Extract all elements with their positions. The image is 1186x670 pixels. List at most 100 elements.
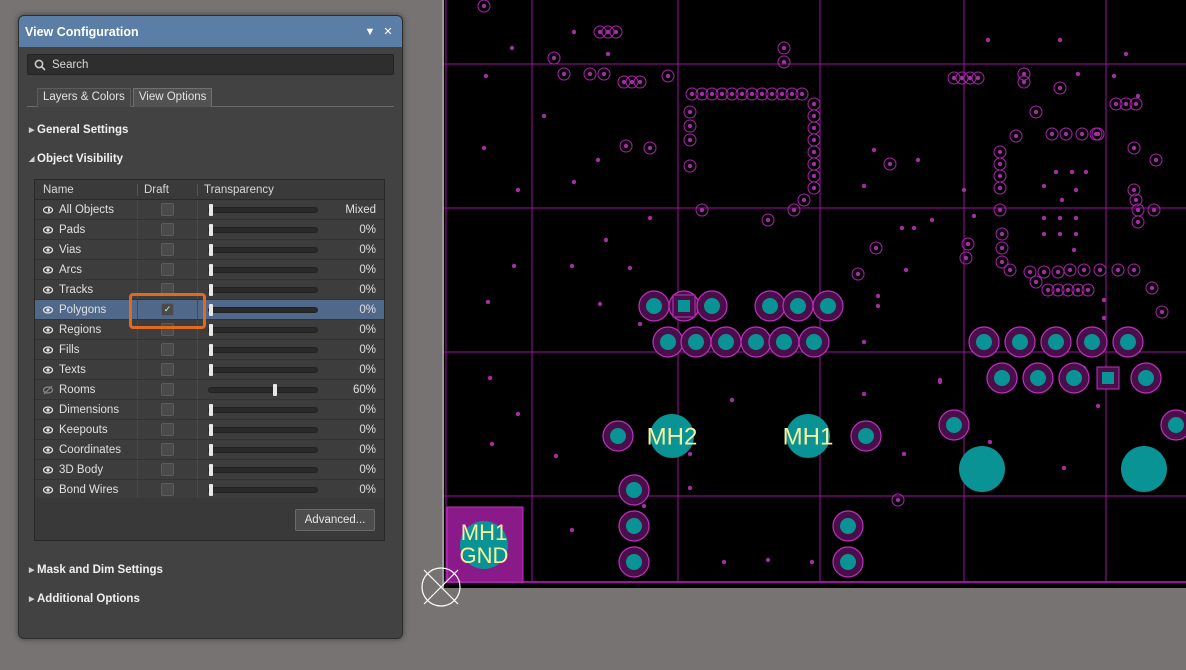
via-small[interactable] <box>637 321 643 327</box>
pad[interactable] <box>1168 417 1184 433</box>
transparency-slider[interactable] <box>208 223 318 236</box>
pad[interactable] <box>1084 334 1100 350</box>
eye-icon[interactable] <box>43 405 53 415</box>
transparency-slider[interactable] <box>208 283 318 296</box>
via-small[interactable] <box>603 237 609 243</box>
panel-close-icon[interactable]: ✕ <box>380 25 396 38</box>
via-small[interactable] <box>1057 37 1063 43</box>
draft-checkbox[interactable] <box>161 403 174 416</box>
via-small[interactable] <box>729 397 735 403</box>
via-small[interactable] <box>901 451 907 457</box>
draft-checkbox[interactable] <box>161 243 174 256</box>
via-small[interactable] <box>721 559 727 565</box>
via-small[interactable] <box>1041 231 1047 237</box>
pad[interactable] <box>976 334 992 350</box>
slider-thumb[interactable] <box>209 343 213 356</box>
section-mask-dim-settings[interactable]: ▶ Mask and Dim Settings <box>29 564 163 576</box>
section-object-visibility[interactable]: ◢ Object Visibility <box>29 153 123 165</box>
via-small[interactable] <box>871 147 877 153</box>
table-row[interactable]: All Objects Mixed <box>35 200 384 220</box>
draft-checkbox[interactable] <box>161 443 174 456</box>
via-small[interactable] <box>1041 183 1047 189</box>
transparency-slider[interactable] <box>208 323 318 336</box>
via-small[interactable] <box>1123 51 1129 57</box>
via-small[interactable] <box>627 265 633 271</box>
table-row[interactable]: Texts 0% <box>35 360 384 380</box>
via-small[interactable] <box>595 157 601 163</box>
via-small[interactable] <box>929 217 935 223</box>
pad[interactable] <box>1030 370 1046 386</box>
via-small[interactable] <box>809 559 815 565</box>
pad[interactable] <box>610 428 626 444</box>
pad[interactable] <box>626 482 642 498</box>
pad[interactable] <box>994 370 1010 386</box>
draft-checkbox[interactable] <box>161 323 174 336</box>
slider-thumb[interactable] <box>209 363 213 376</box>
slider-thumb[interactable] <box>209 263 213 276</box>
via-small[interactable] <box>1075 71 1081 77</box>
via-small[interactable] <box>515 187 521 193</box>
tab-layers-colors[interactable]: Layers & Colors <box>37 88 131 107</box>
via-small[interactable] <box>1071 247 1077 253</box>
via-small[interactable] <box>875 293 881 299</box>
search-input[interactable] <box>52 58 372 71</box>
draft-checkbox[interactable] <box>161 423 174 436</box>
pad[interactable] <box>626 518 642 534</box>
slider-thumb[interactable] <box>209 443 213 456</box>
via-small[interactable] <box>985 37 991 43</box>
slider-thumb[interactable] <box>209 283 213 296</box>
section-additional-options[interactable]: ▶ Additional Options <box>29 593 140 605</box>
eye-icon[interactable] <box>43 465 53 475</box>
pad[interactable] <box>718 334 734 350</box>
draft-checkbox[interactable] <box>161 203 174 216</box>
via-small[interactable] <box>861 183 867 189</box>
pad[interactable] <box>1066 370 1082 386</box>
eye-icon[interactable] <box>43 485 53 495</box>
via-small[interactable] <box>861 339 867 345</box>
table-row[interactable]: Pads 0% <box>35 220 384 240</box>
draft-checkbox[interactable] <box>161 223 174 236</box>
eye-icon[interactable] <box>43 425 53 435</box>
pad[interactable] <box>840 518 856 534</box>
tab-view-options[interactable]: View Options <box>132 88 213 107</box>
eye-icon[interactable] <box>43 325 53 335</box>
pcb-board[interactable]: MH1 GND MH2 MH1 <box>444 0 1186 588</box>
large-pad[interactable] <box>959 446 1005 492</box>
pad[interactable] <box>1102 372 1114 384</box>
via-small[interactable] <box>1041 215 1047 221</box>
draft-checkbox[interactable] <box>161 363 174 376</box>
via-small[interactable] <box>485 299 491 305</box>
transparency-slider[interactable] <box>208 363 318 376</box>
eye-icon[interactable] <box>43 345 53 355</box>
transparency-slider[interactable] <box>208 483 318 496</box>
table-row[interactable]: Keepouts 0% <box>35 420 384 440</box>
via-small[interactable] <box>1111 73 1117 79</box>
pad[interactable] <box>1048 334 1064 350</box>
column-header-draft[interactable]: Draft <box>138 183 198 196</box>
via-small[interactable] <box>569 263 575 269</box>
slider-thumb[interactable] <box>209 463 213 476</box>
via-small[interactable] <box>971 213 977 219</box>
transparency-slider[interactable] <box>208 403 318 416</box>
transparency-slider[interactable] <box>208 343 318 356</box>
table-row[interactable]: Dimensions 0% <box>35 400 384 420</box>
via-small[interactable] <box>861 391 867 397</box>
via-small[interactable] <box>597 301 603 307</box>
via-small[interactable] <box>1073 231 1079 237</box>
pad[interactable] <box>840 554 856 570</box>
pad[interactable] <box>1120 334 1136 350</box>
pad[interactable] <box>748 334 764 350</box>
transparency-slider[interactable] <box>208 443 318 456</box>
via-small[interactable] <box>687 451 693 457</box>
pad[interactable] <box>678 300 690 312</box>
table-row[interactable]: Fills 0% <box>35 340 384 360</box>
via-small[interactable] <box>515 411 521 417</box>
via-small[interactable] <box>605 51 611 57</box>
slider-thumb[interactable] <box>209 423 213 436</box>
via-small[interactable] <box>1059 197 1065 203</box>
eye-icon[interactable] <box>43 225 53 235</box>
via-small[interactable] <box>987 439 993 445</box>
pad[interactable] <box>660 334 676 350</box>
via-small[interactable] <box>1069 169 1075 175</box>
table-row[interactable]: 3D Body 0% <box>35 460 384 480</box>
